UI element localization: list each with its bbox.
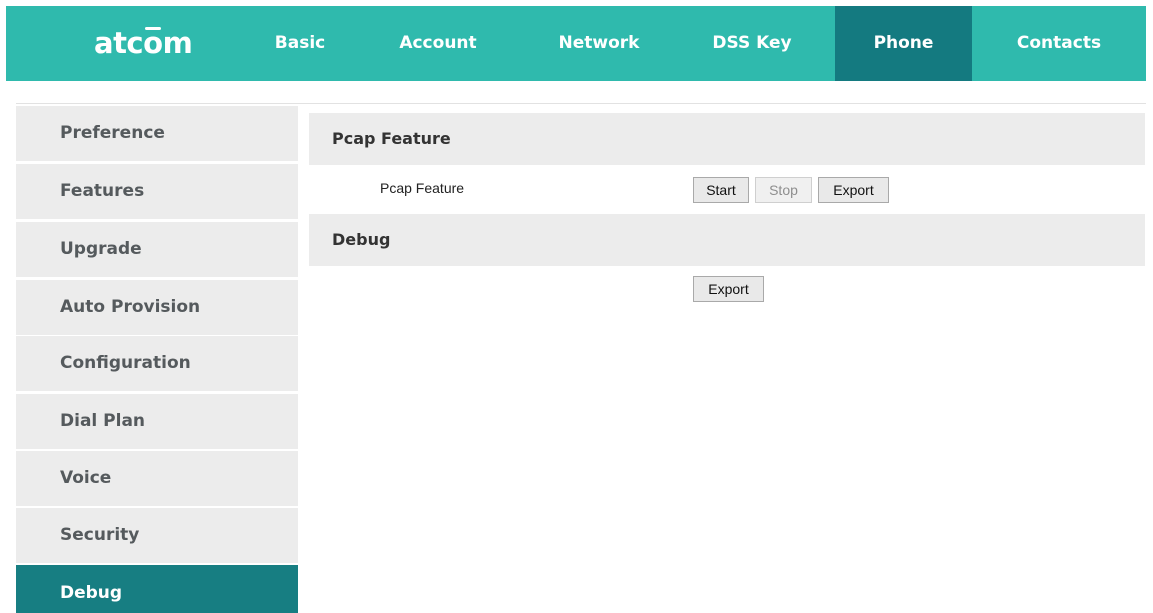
sidebar-item-dial-plan[interactable]: Dial Plan [16,394,298,449]
sidebar-item-label: Voice [60,468,112,488]
sidebar-item-label: Auto Provision [60,297,201,317]
sidebar: Preference Features Upgrade Auto Provisi… [16,106,298,613]
tab-network[interactable]: Network [536,6,662,81]
pcap-section-header: Pcap Feature [309,113,1145,165]
page: atcom Basic Account Network DSS Key Phon… [0,0,1153,613]
sidebar-item-label: Configuration [60,353,191,373]
sidebar-item-label: Features [60,181,145,201]
tab-basic[interactable]: Basic [260,6,340,81]
pcap-feature-label: Pcap Feature [380,180,465,196]
logo-text-end: m [162,26,193,60]
tab-contacts[interactable]: Contacts [992,6,1126,81]
sidebar-item-voice[interactable]: Voice [16,451,298,506]
tab-dss-key[interactable]: DSS Key [696,6,808,81]
debug-export-button[interactable]: Export [693,276,764,302]
sidebar-item-auto-provision[interactable]: Auto Provision [16,280,298,335]
top-navigation-bar: atcom Basic Account Network DSS Key Phon… [6,6,1146,81]
logo-text-start: atc [94,26,144,60]
sidebar-item-debug[interactable]: Debug [16,565,298,613]
sidebar-item-upgrade[interactable]: Upgrade [16,222,298,277]
sidebar-item-label: Debug [60,583,123,603]
header-divider [16,103,1146,104]
atcom-logo[interactable]: atcom [94,23,193,63]
sidebar-item-label: Upgrade [60,239,142,259]
sidebar-item-configuration[interactable]: Configuration [16,336,298,391]
tab-phone[interactable]: Phone [835,6,972,81]
debug-section-header: Debug [309,214,1145,266]
sidebar-item-security[interactable]: Security [16,508,298,563]
sidebar-item-label: Preference [60,123,165,143]
sidebar-item-features[interactable]: Features [16,164,298,219]
pcap-stop-button[interactable]: Stop [755,177,812,203]
sidebar-item-label: Security [60,525,140,545]
sidebar-item-preference[interactable]: Preference [16,106,298,161]
pcap-start-button[interactable]: Start [693,177,749,203]
logo-text-o: o [143,23,163,63]
sidebar-item-label: Dial Plan [60,411,146,431]
tab-account[interactable]: Account [380,6,496,81]
pcap-export-button[interactable]: Export [818,177,889,203]
